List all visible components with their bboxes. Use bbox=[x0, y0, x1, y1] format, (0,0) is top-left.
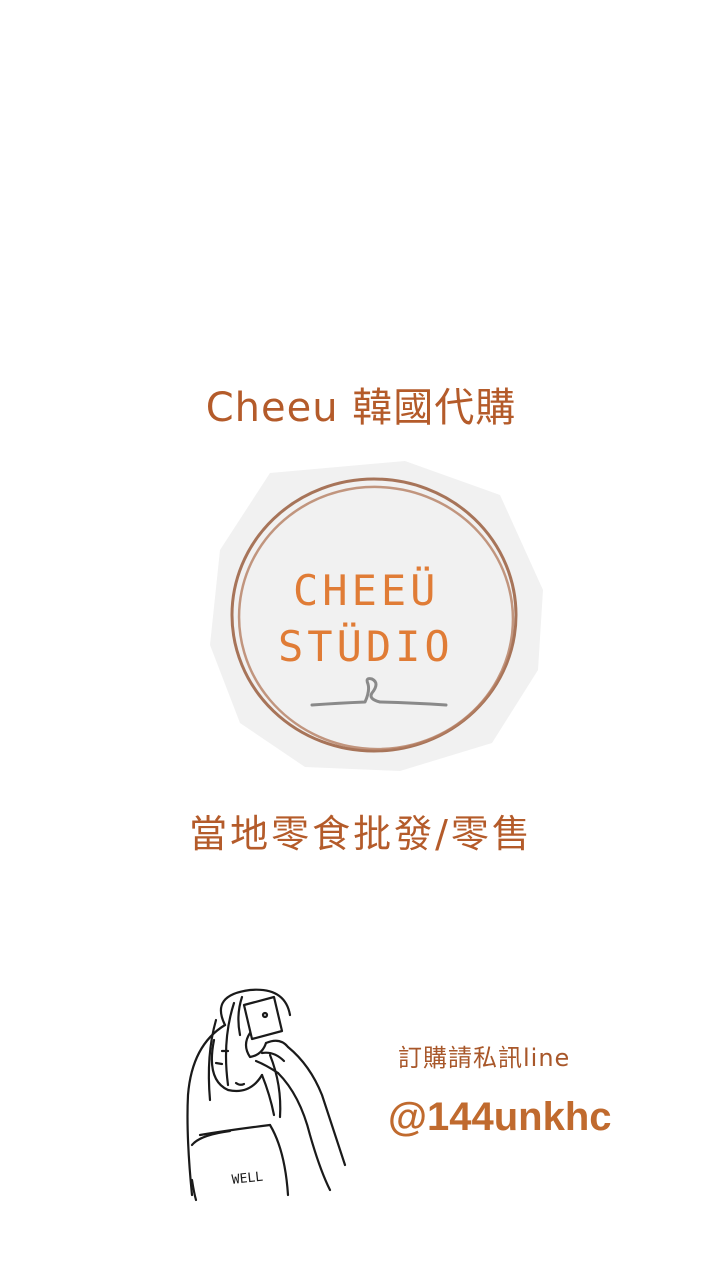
tagline: 當地零食批發/零售 bbox=[189, 812, 533, 856]
girl-selfie-drawing: WELL bbox=[186, 988, 347, 1202]
logo-line-1: CHEEÜ bbox=[293, 565, 439, 615]
shirt-text: WELL bbox=[231, 1170, 264, 1188]
studio-logo-graphic: CHEEÜ STÜDIO bbox=[210, 461, 543, 771]
logo-line-2: STÜDIO bbox=[278, 621, 454, 671]
girl-selfie-illustration-icon: WELL bbox=[170, 985, 370, 1205]
page-title: Cheeu 韓國代購 bbox=[205, 385, 517, 431]
logo-paper-background bbox=[210, 461, 543, 771]
order-instruction: 訂購請私訊line bbox=[398, 1044, 571, 1072]
studio-logo: CHEEÜ STÜDIO bbox=[200, 455, 550, 775]
line-id[interactable]: @144unkhc bbox=[388, 1090, 612, 1144]
